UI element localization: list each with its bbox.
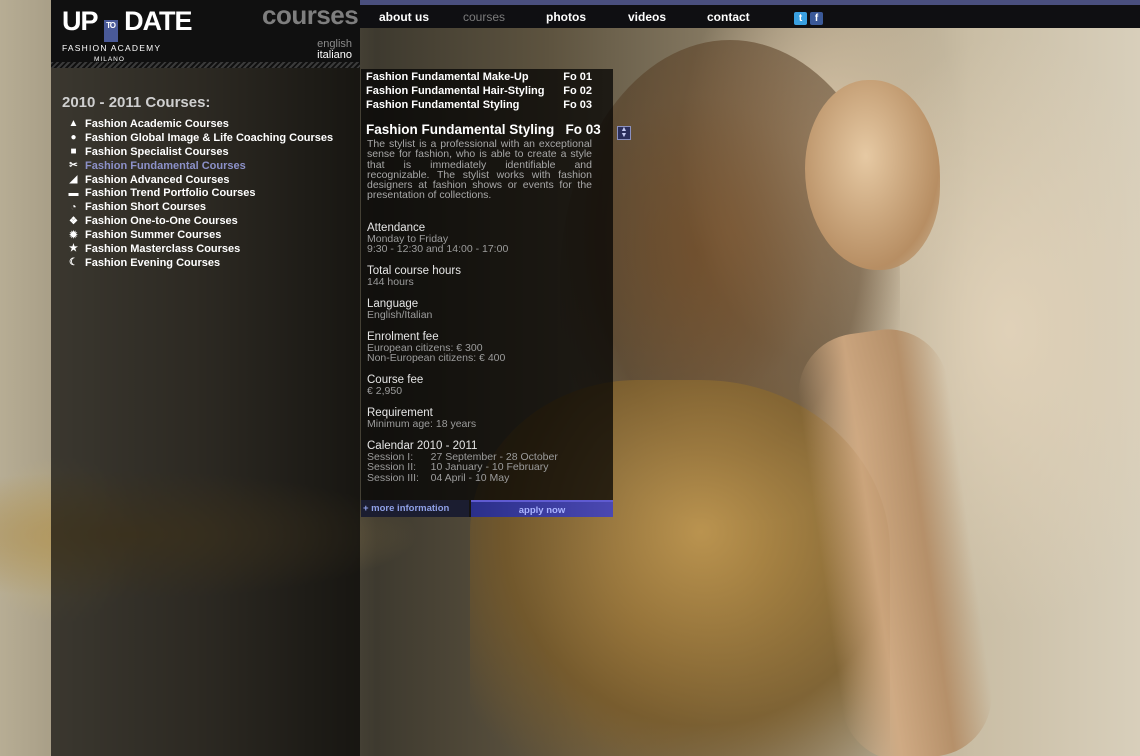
course-code: Fo 03 xyxy=(563,99,592,111)
course-code-row[interactable]: Fashion Fundamental Hair-Styling Fo 02 xyxy=(366,85,592,99)
logo-academy: FASHION ACADEMY xyxy=(62,43,162,53)
shirt-icon: ■ xyxy=(70,146,77,158)
sidebar-item-label: Fashion Specialist Courses xyxy=(85,145,229,158)
twitter-icon[interactable]: t xyxy=(794,12,807,25)
header-bar: UP TO DATE FASHION ACADEMY MILANO course… xyxy=(51,0,360,68)
sidebar-item-academic[interactable]: ▲ Fashion Academic Courses xyxy=(67,117,333,131)
info-language: Language English/Italian xyxy=(367,298,607,320)
sidebar-item-label: Fashion Evening Courses xyxy=(85,256,221,269)
info-value: Minimum age: 18 years xyxy=(367,418,477,430)
sidebar-item-summer[interactable]: ✹ Fashion Summer Courses xyxy=(67,228,333,242)
course-name: Fashion Fundamental Hair-Styling xyxy=(366,85,545,97)
apply-now-button[interactable]: apply now xyxy=(471,500,613,517)
facebook-icon[interactable]: f xyxy=(810,12,823,25)
sidebar-item-one-to-one[interactable]: ❖ Fashion One-to-One Courses xyxy=(67,214,333,228)
clock-icon: ◔ xyxy=(70,201,77,213)
nav-photos[interactable]: photos xyxy=(546,10,586,24)
logo-to: TO xyxy=(103,20,118,42)
course-title: Fashion Fundamental Styling Fo 03 xyxy=(366,122,601,137)
info-attendance: Attendance Monday to Friday 9:30 - 12:30… xyxy=(367,222,607,255)
nav-courses[interactable]: courses xyxy=(463,10,505,24)
info-label: Course fee xyxy=(367,374,424,386)
sidebar-item-label: Fashion Global Image & Life Coaching Cou… xyxy=(85,131,334,144)
scroll-arrows-icon[interactable]: ▲ ▼ xyxy=(617,126,631,140)
star-icon: ★ xyxy=(69,243,78,255)
info-value: Monday to Friday 9:30 - 12:30 and 14:00 … xyxy=(367,233,509,256)
left-panel: UP TO DATE FASHION ACADEMY MILANO course… xyxy=(51,0,360,756)
info-enrolment-fee: Enrolment fee European citizens: € 300 N… xyxy=(367,331,607,364)
logo-date: DATE xyxy=(124,6,192,36)
course-code: Fo 02 xyxy=(563,85,592,97)
sidebar-item-label: Fashion Summer Courses xyxy=(85,229,222,242)
sidebar-item-label: Fashion Fundamental Courses xyxy=(85,159,246,172)
moon-icon: ☾ xyxy=(69,257,78,269)
info-requirement: Requirement Minimum age: 18 years xyxy=(367,407,607,429)
sidebar-item-trend-portfolio[interactable]: ▬ Fashion Trend Portfolio Courses xyxy=(67,186,333,200)
hat-icon: ▬ xyxy=(68,187,79,199)
info-course-fee: Course fee € 2,950 xyxy=(367,374,607,396)
sidebar-item-short[interactable]: ◔ Fashion Short Courses xyxy=(67,200,333,214)
sidebar-item-label: Fashion Academic Courses xyxy=(85,117,229,130)
course-list: ▲ Fashion Academic Courses ● Fashion Glo… xyxy=(67,117,334,270)
info-value: € 2,950 xyxy=(367,385,403,397)
sidebar-item-label: Fashion Masterclass Courses xyxy=(85,242,241,255)
header-stripe xyxy=(51,62,360,68)
page-title: courses xyxy=(262,0,359,30)
sidebar-item-label: Fashion Short Courses xyxy=(85,201,207,214)
sidebar-item-label: Fashion Advanced Courses xyxy=(85,173,230,186)
course-code-row[interactable]: Fashion Fundamental Styling Fo 03 xyxy=(366,99,592,113)
course-detail-panel: Fashion Fundamental Make-Up Fo 01 Fashio… xyxy=(361,69,613,517)
info-value: 144 hours xyxy=(367,276,414,288)
person-icon: ● xyxy=(70,132,77,144)
course-code-row[interactable]: Fashion Fundamental Make-Up Fo 01 xyxy=(366,71,592,85)
sidebar-item-label: Fashion Trend Portfolio Courses xyxy=(85,187,256,200)
people-icon: ❖ xyxy=(69,215,78,227)
courses-heading: 2010 - 2011 Courses: xyxy=(62,94,211,111)
info-calendar: Calendar 2010 - 2011 Session I: 27 Septe… xyxy=(367,440,607,483)
course-name: Fashion Fundamental Styling xyxy=(366,99,520,111)
course-description: The stylist is a professional with an ex… xyxy=(367,138,592,202)
sun-icon: ✹ xyxy=(69,229,78,241)
course-code-list: Fashion Fundamental Make-Up Fo 01 Fashio… xyxy=(366,71,592,113)
graduation-cap-icon: ▲ xyxy=(68,118,79,130)
course-code: Fo 01 xyxy=(563,71,592,83)
logo[interactable]: UP TO DATE FASHION ACADEMY MILANO xyxy=(62,6,193,64)
sidebar-item-specialist[interactable]: ■ Fashion Specialist Courses xyxy=(67,145,333,159)
nav-contact[interactable]: contact xyxy=(707,10,750,24)
scissors-icon: ✂ xyxy=(69,160,78,172)
course-name: Fashion Fundamental Make-Up xyxy=(366,71,529,83)
sidebar-item-global-image[interactable]: ● Fashion Global Image & Life Coaching C… xyxy=(67,131,333,145)
nav-about-us[interactable]: about us xyxy=(379,10,429,24)
more-information-button[interactable]: + more information xyxy=(361,500,469,517)
sidebar-item-evening[interactable]: ☾ Fashion Evening Courses xyxy=(67,256,333,270)
sidebar-item-fundamental[interactable]: ✂ Fashion Fundamental Courses xyxy=(67,159,333,173)
info-value: European citizens: € 300 Non-European ci… xyxy=(367,342,506,365)
sidebar-item-masterclass[interactable]: ★ Fashion Masterclass Courses xyxy=(67,242,333,256)
chart-icon: ◢ xyxy=(69,174,78,185)
sidebar-item-label: Fashion One-to-One Courses xyxy=(85,215,238,228)
top-nav-bar: about us courses photos videos contact t… xyxy=(360,0,1140,28)
language-italiano[interactable]: italiano xyxy=(317,49,352,61)
sidebar-item-advanced[interactable]: ◢ Fashion Advanced Courses xyxy=(67,173,333,187)
nav-videos[interactable]: videos xyxy=(628,10,666,24)
info-value: Session I: 27 September - 28 October Ses… xyxy=(367,451,558,484)
info-total-hours: Total course hours 144 hours xyxy=(367,265,607,287)
info-value: English/Italian xyxy=(367,309,433,321)
logo-up: UP xyxy=(62,6,98,36)
